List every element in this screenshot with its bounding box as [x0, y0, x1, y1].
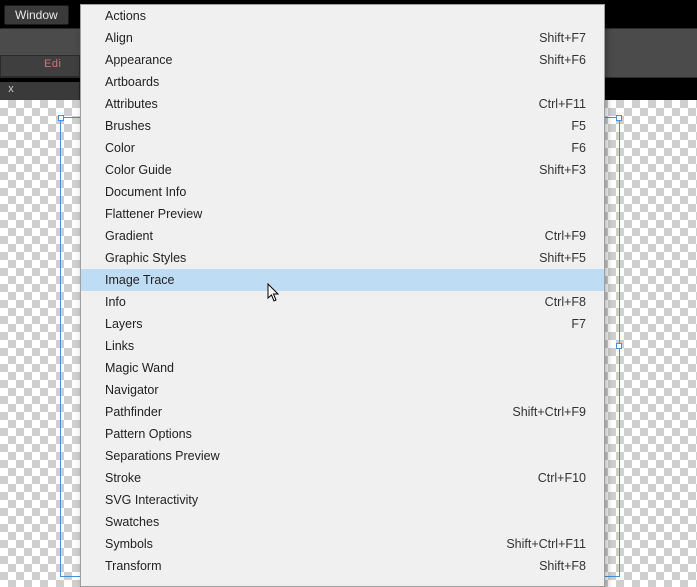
window-menu-dropdown: Actions Align Shift+F7 Appearance Shift+F6 Ar…: [80, 4, 605, 587]
menu-item-magic-wand[interactable]: Magic Wand: [81, 357, 604, 379]
menu-item-swatches[interactable]: Swatches: [81, 511, 604, 533]
menu-item-label: Actions: [105, 9, 146, 23]
menu-item-shortcut: Shift+F7: [539, 31, 586, 45]
selection-handle-ne[interactable]: [616, 115, 622, 121]
menu-item-stroke[interactable]: Stroke Ctrl+F10: [81, 467, 604, 489]
menu-item-label: Color: [105, 141, 135, 155]
menu-item-shortcut: Shift+Ctrl+F11: [506, 537, 586, 551]
menu-item-shortcut: Ctrl+F11: [539, 97, 586, 111]
menu-item-label: Document Info: [105, 185, 186, 199]
menu-item-artboards[interactable]: Artboards: [81, 71, 604, 93]
menubar: Window: [4, 4, 69, 26]
menu-item-svg-interactivity[interactable]: SVG Interactivity: [81, 489, 604, 511]
menu-item-shortcut: Shift+F6: [539, 53, 586, 67]
menu-item-shortcut: F5: [571, 119, 586, 133]
menu-item-label: Pattern Options: [105, 427, 192, 441]
menu-item-label: Transform: [105, 559, 162, 573]
selection-handle-nw[interactable]: [58, 115, 64, 121]
menu-item-pathfinder[interactable]: Pathfinder Shift+Ctrl+F9: [81, 401, 604, 423]
menubar-item-label: Window: [15, 8, 58, 22]
menu-item-attributes[interactable]: Attributes Ctrl+F11: [81, 93, 604, 115]
close-icon: x: [8, 83, 14, 95]
menu-item-label: Image Trace: [105, 273, 174, 287]
menu-item-shortcut: Shift+Ctrl+F9: [512, 405, 586, 419]
menu-item-label: Artboards: [105, 75, 159, 89]
menu-item-actions[interactable]: Actions: [81, 5, 604, 27]
menu-item-color[interactable]: Color F6: [81, 137, 604, 159]
menu-item-pattern-options[interactable]: Pattern Options: [81, 423, 604, 445]
menu-item-layers[interactable]: Layers F7: [81, 313, 604, 335]
menu-item-transform[interactable]: Transform Shift+F8: [81, 555, 604, 577]
menu-item-label: Magic Wand: [105, 361, 174, 375]
menu-item-flattener-preview[interactable]: Flattener Preview: [81, 203, 604, 225]
menu-item-shortcut: Shift+F3: [539, 163, 586, 177]
menu-item-graphic-styles[interactable]: Graphic Styles Shift+F5: [81, 247, 604, 269]
menu-item-shortcut: Ctrl+F9: [545, 229, 586, 243]
menu-item-label: SVG Interactivity: [105, 493, 198, 507]
menu-item-label: Flattener Preview: [105, 207, 202, 221]
menu-item-appearance[interactable]: Appearance Shift+F6: [81, 49, 604, 71]
menu-item-shortcut: Shift+F5: [539, 251, 586, 265]
toolbar-substrip: [0, 55, 80, 77]
toolbar-edit-button[interactable]: Edi: [44, 58, 61, 74]
menu-item-shortcut: F6: [571, 141, 586, 155]
menu-item-label: Brushes: [105, 119, 151, 133]
menu-item-links[interactable]: Links: [81, 335, 604, 357]
menu-item-label: Layers: [105, 317, 143, 331]
menu-item-shortcut: Shift+F8: [539, 559, 586, 573]
menu-item-label: Gradient: [105, 229, 153, 243]
tab-close-button[interactable]: x: [6, 84, 16, 96]
menu-item-info[interactable]: Info Ctrl+F8: [81, 291, 604, 313]
menu-item-label: Info: [105, 295, 126, 309]
menu-item-label: Graphic Styles: [105, 251, 186, 265]
menu-item-label: Navigator: [105, 383, 159, 397]
menu-item-label: Align: [105, 31, 133, 45]
menu-item-label: Symbols: [105, 537, 153, 551]
menu-item-separations-preview[interactable]: Separations Preview: [81, 445, 604, 467]
menu-item-label: Pathfinder: [105, 405, 162, 419]
menu-item-label: Swatches: [105, 515, 159, 529]
menu-item-label: Links: [105, 339, 134, 353]
menu-item-image-trace[interactable]: Image Trace: [81, 269, 604, 291]
menu-item-label: Attributes: [105, 97, 158, 111]
menu-item-align[interactable]: Align Shift+F7: [81, 27, 604, 49]
toolbar-edit-label: Edi: [44, 58, 61, 70]
menubar-item-window[interactable]: Window: [4, 5, 69, 25]
menu-item-gradient[interactable]: Gradient Ctrl+F9: [81, 225, 604, 247]
menu-item-shortcut: F7: [571, 317, 586, 331]
menu-item-shortcut: Ctrl+F10: [538, 471, 586, 485]
menu-item-label: Stroke: [105, 471, 141, 485]
menu-item-label: Color Guide: [105, 163, 172, 177]
selection-handle-e[interactable]: [616, 343, 622, 349]
menu-item-document-info[interactable]: Document Info: [81, 181, 604, 203]
menu-item-brushes[interactable]: Brushes F5: [81, 115, 604, 137]
menu-item-label: Separations Preview: [105, 449, 220, 463]
menu-item-color-guide[interactable]: Color Guide Shift+F3: [81, 159, 604, 181]
menu-item-shortcut: Ctrl+F8: [545, 295, 586, 309]
menu-item-navigator[interactable]: Navigator: [81, 379, 604, 401]
menu-item-label: Appearance: [105, 53, 172, 67]
menu-item-symbols[interactable]: Symbols Shift+Ctrl+F11: [81, 533, 604, 555]
